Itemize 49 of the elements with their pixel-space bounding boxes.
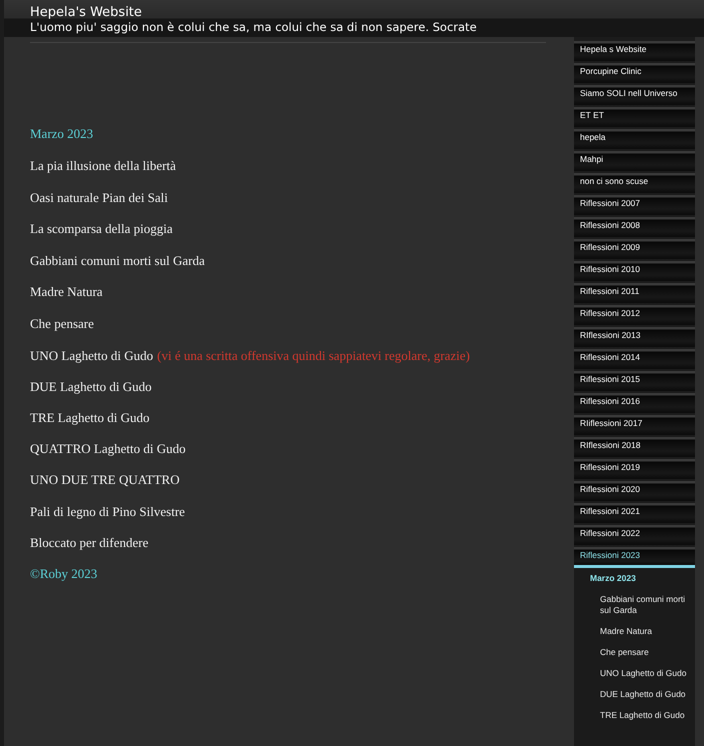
motto-text: L'uomo piu' saggio non è colui che sa, ma colui che sa di non sapere. Socrate (30, 20, 478, 35)
nav-item[interactable]: RIiflessioni 2017 (574, 415, 695, 435)
warning-note: (vi é una scritta offensiva quindi sappiatevi regolare, grazie) (157, 348, 470, 363)
submenu-item[interactable]: Che pensare (574, 642, 695, 663)
nav-item[interactable]: Riflessioni 2023 (574, 547, 695, 568)
nav-item[interactable]: Riflessioni 2008 (574, 217, 695, 237)
nav-item[interactable]: Riflessioni 2010 (574, 261, 695, 281)
article-link[interactable]: La pia illusione della libertà (30, 158, 176, 173)
nav-item[interactable]: RIflessioni 2013 (574, 327, 695, 347)
article-link[interactable]: La scomparsa della pioggia (30, 221, 173, 236)
nav-item[interactable]: hepela (574, 129, 695, 149)
nav-item[interactable]: Riflessioni 2021 (574, 503, 695, 523)
article-link[interactable]: Gabbiani comuni morti sul Garda (30, 253, 205, 268)
article-link[interactable]: Madre Natura (30, 284, 103, 299)
article-link[interactable]: Oasi naturale Pian dei Sali (30, 190, 168, 205)
nav-item[interactable]: Riflessioni 2020 (574, 481, 695, 501)
nav-item[interactable]: Mahpi (574, 151, 695, 171)
site-title: Hepela's Website (30, 5, 143, 20)
submenu-item[interactable]: Marzo 2023 (574, 568, 695, 589)
nav-item[interactable]: Riflessioni 2009 (574, 239, 695, 259)
nav-item[interactable]: RIflessioni 2018 (574, 437, 695, 457)
nav-item[interactable]: Riflessioni 2007 (574, 195, 695, 215)
submenu-item[interactable]: DUE Laghetto di Gudo (574, 684, 695, 705)
article-link[interactable]: QUATTRO Laghetto di Gudo (30, 441, 186, 456)
submenu-item[interactable]: Madre Natura (574, 621, 695, 642)
article-link[interactable]: UNO DUE TRE QUATTRO (30, 472, 180, 487)
nav-item[interactable]: Riflessioni 2019 (574, 459, 695, 479)
nav-item[interactable]: Riflessioni 2022 (574, 525, 695, 545)
section-heading: Marzo 2023 (30, 126, 94, 141)
nav-item[interactable]: Siamo SOLI nell Universo (574, 85, 695, 105)
section-heading: ©Roby 2023 (30, 566, 98, 581)
nav-item[interactable]: non ci sono scuse (574, 173, 695, 193)
article-link[interactable]: Pali di legno di Pino Silvestre (30, 504, 185, 519)
nav-item[interactable]: Riflessioni 2014 (574, 349, 695, 369)
nav-item[interactable]: Riflessioni 2011 (574, 283, 695, 303)
nav-item[interactable]: Hepela s Website (574, 41, 695, 61)
article-link[interactable]: Che pensare (30, 316, 94, 331)
nav-item[interactable]: ET ET (574, 107, 695, 127)
nav-item[interactable]: Riflessioni 2015 (574, 371, 695, 391)
nav-item[interactable]: Porcupine Clinic (574, 63, 695, 83)
submenu-item[interactable]: UNO Laghetto di Gudo (574, 663, 695, 684)
submenu-item[interactable]: TRE Laghetto di Gudo (574, 705, 695, 726)
article-link[interactable]: DUE Laghetto di Gudo (30, 379, 152, 394)
article-link[interactable]: TRE Laghetto di Gudo (30, 410, 150, 425)
article-link[interactable]: Bloccato per difendere (30, 535, 148, 550)
nav-item[interactable]: Riflessioni 2012 (574, 305, 695, 325)
nav-item[interactable]: Riflessioni 2016 (574, 393, 695, 413)
article-link[interactable]: UNO Laghetto di Gudo (30, 348, 154, 363)
submenu-item[interactable]: Gabbiani comuni morti sul Garda (574, 589, 695, 621)
